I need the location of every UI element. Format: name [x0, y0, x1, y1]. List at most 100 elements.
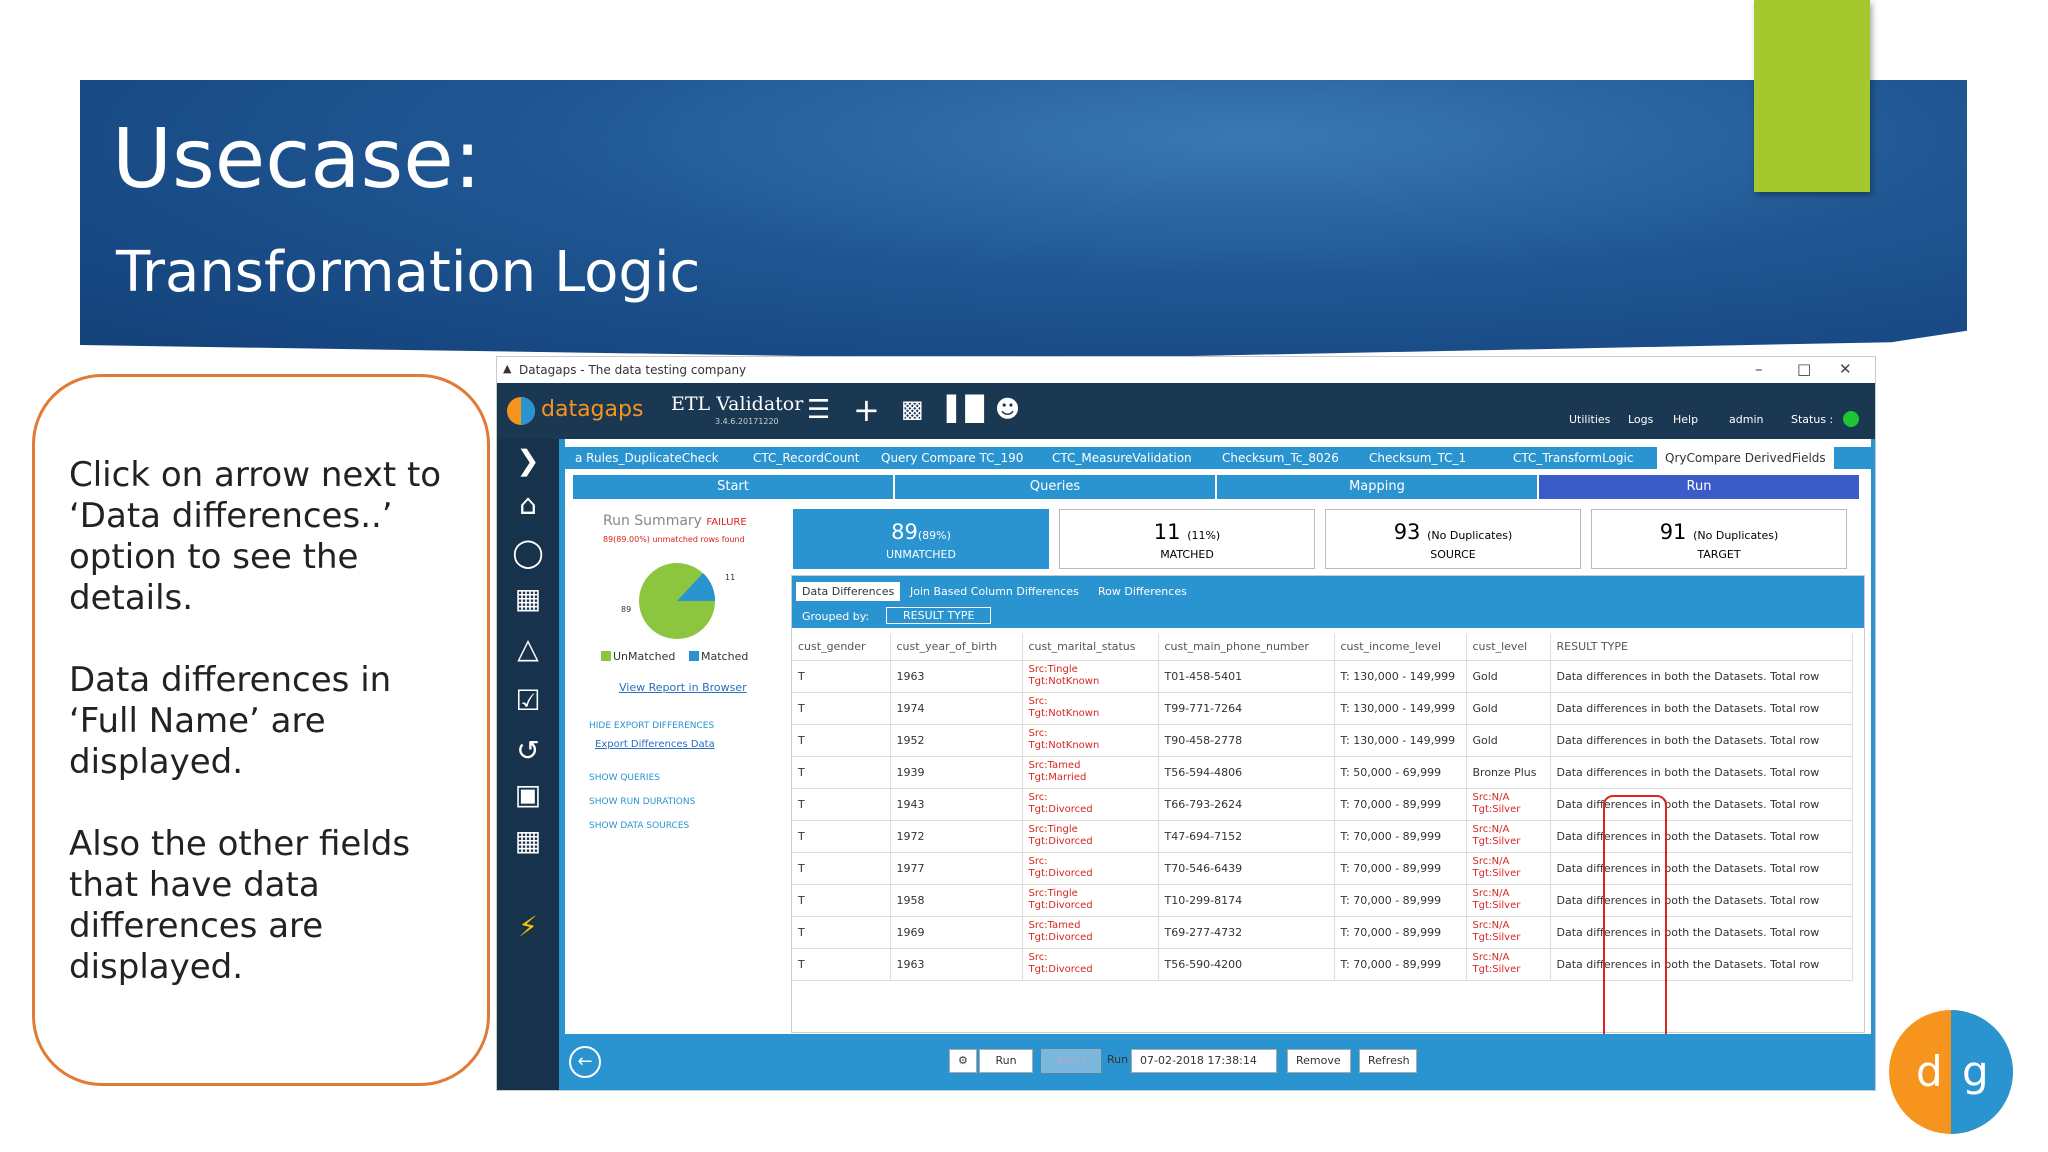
card-source[interactable]: 93 (No Duplicates) SOURCE	[1325, 509, 1581, 569]
table-row[interactable]: T 1952 Src: Tgt:NotKnown T90-458-2778 T: 130,…	[792, 724, 1853, 757]
table-row[interactable]: T 1977 Src: Tgt:Divorced T70-546-6439 T: 70,0…	[792, 852, 1853, 885]
remove-button[interactable]: Remove	[1287, 1049, 1351, 1073]
column-header[interactable]: cust_gender	[792, 634, 891, 661]
close-button[interactable]: ✕	[1839, 360, 1852, 378]
tgt-value: Tgt:NotKnown	[1028, 708, 1100, 719]
cust-level-cell: Bronze Plus	[1466, 756, 1551, 789]
product-version: 3.4.6.20171220	[715, 417, 779, 426]
tab-join-column-differences[interactable]: Join Based Column Differences	[910, 585, 1079, 598]
step-queries[interactable]: Queries	[895, 475, 1215, 499]
tgt-value: Tgt:Divorced	[1028, 932, 1093, 943]
tgt-value: Tgt:Divorced	[1028, 964, 1093, 975]
table-cell: Data differences in both the Datasets. T…	[1550, 788, 1853, 821]
tab-ctc-measurevalidation[interactable]: CTC_MeasureValidation	[1052, 451, 1192, 465]
menu-help[interactable]: Help	[1673, 413, 1698, 426]
src-value: Src:N/A	[1472, 920, 1510, 931]
tools-icon[interactable]: ⚡	[512, 911, 544, 943]
database-icon[interactable]: ◯	[512, 537, 544, 569]
table-row[interactable]: T 1969 Src:Tamed Tgt:Divorced T69-277-4732 T:…	[792, 916, 1853, 949]
database-icon[interactable]: ☰	[807, 395, 830, 425]
src-value: Src:N/A	[1472, 952, 1510, 963]
settings-gear-icon[interactable]: ⚙	[949, 1049, 977, 1073]
marital-status-diff-cell: Src:Tingle Tgt:NotKnown	[1022, 660, 1159, 693]
export-differences-link[interactable]: Export Differences Data	[595, 739, 715, 750]
table-row[interactable]: T 1972 Src:Tingle Tgt:Divorced T47-694-7152 T…	[792, 820, 1853, 853]
src-value: Src:	[1028, 792, 1048, 803]
tab-ctc-transformlogic[interactable]: CTC_TransformLogic	[1513, 451, 1633, 465]
slide-title: Usecase:	[112, 112, 482, 207]
hierarchy-icon[interactable]: ▦	[512, 583, 544, 615]
table-row[interactable]: T 1939 Src:Tamed Tgt:Married T56-594-4806 T: …	[792, 756, 1853, 789]
column-header[interactable]: cust_level	[1466, 634, 1551, 661]
src-value: Src:Tingle	[1028, 824, 1078, 835]
cust-level-cell: Src:N/A Tgt:Silver	[1466, 948, 1551, 981]
run-button[interactable]: Run	[979, 1049, 1033, 1073]
column-header[interactable]: RESULT TYPE	[1550, 634, 1853, 661]
calendar-icon[interactable]: ▦	[512, 825, 544, 857]
table-cell: Data differences in both the Datasets. T…	[1550, 756, 1853, 789]
table-row[interactable]: T 1963 Src:Tingle Tgt:NotKnown T01-458-5401 T…	[792, 660, 1853, 693]
tgt-value: Tgt:NotKnown	[1028, 676, 1100, 687]
chart-icon[interactable]: ▌█	[947, 395, 984, 423]
column-header[interactable]: cust_year_of_birth	[890, 634, 1023, 661]
window-titlebar: ▲ Datagaps - The data testing company – …	[497, 357, 1875, 383]
step-mapping[interactable]: Mapping	[1217, 475, 1537, 499]
view-report-link[interactable]: View Report in Browser	[619, 681, 747, 694]
menu-admin[interactable]: admin	[1729, 413, 1763, 426]
tgt-value: Tgt:Silver	[1472, 804, 1521, 815]
tab-data-differences[interactable]: Data Differences	[796, 582, 901, 601]
table-row[interactable]: T 1974 Src: Tgt:NotKnown T99-771-7264 T: 130,…	[792, 692, 1853, 725]
expand-arrow-icon[interactable]: ❯	[512, 445, 544, 477]
src-value: Src:Tamed	[1028, 760, 1081, 771]
run-date-select[interactable]: 07-02-2018 17:38:14	[1131, 1049, 1277, 1073]
tab-rules-duplicatecheck[interactable]: a Rules_DuplicateCheck	[575, 451, 719, 465]
wizard-steps: Start Queries Mapping Run	[573, 475, 1863, 499]
column-header[interactable]: cust_marital_status	[1022, 634, 1159, 661]
column-header[interactable]: cust_income_level	[1334, 634, 1467, 661]
column-header[interactable]: cust_main_phone_number	[1158, 634, 1335, 661]
back-arrow-icon[interactable]: ←	[569, 1046, 601, 1078]
hide-export-differences-link[interactable]: HIDE EXPORT DIFFERENCES	[589, 721, 714, 731]
datagaps-corner-logo: d g	[1876, 1000, 2026, 1144]
sql-icon[interactable]: ▩	[901, 395, 924, 423]
history-icon[interactable]: ↺	[512, 735, 544, 767]
table-row[interactable]: T 1943 Src: Tgt:Divorced T66-793-2624 T: 70,0…	[792, 788, 1853, 821]
maximize-button[interactable]: □	[1797, 360, 1811, 378]
table-cell: T99-771-7264	[1158, 692, 1335, 725]
tab-row-differences[interactable]: Row Differences	[1098, 585, 1187, 598]
table-row[interactable]: T 1958 Src:Tingle Tgt:Divorced T10-299-8174 T…	[792, 884, 1853, 917]
users-icon[interactable]: ☻	[995, 395, 1020, 423]
tab-checksum-8026[interactable]: Checksum_Tc_8026	[1222, 451, 1339, 465]
window-title: Datagaps - The data testing company	[519, 363, 747, 377]
home-icon[interactable]: ⌂	[512, 489, 544, 521]
app-topbar: datagaps ETL Validator 3.4.6.20171220 ☰ …	[497, 383, 1875, 439]
menu-logs[interactable]: Logs	[1628, 413, 1653, 426]
card-target[interactable]: 91 (No Duplicates) TARGET	[1591, 509, 1847, 569]
show-data-sources-link[interactable]: SHOW DATA SOURCES	[589, 821, 689, 831]
tab-ctc-recordcount[interactable]: CTC_RecordCount	[753, 451, 859, 465]
marital-status-diff-cell: Src: Tgt:Divorced	[1022, 948, 1159, 981]
add-icon[interactable]: +	[853, 391, 880, 429]
tab-checksum-tc1[interactable]: Checksum_TC_1	[1369, 451, 1466, 465]
abort-button: Abort	[1041, 1049, 1101, 1073]
step-start[interactable]: Start	[573, 475, 893, 499]
menu-utilities[interactable]: Utilities	[1569, 413, 1610, 426]
checkbox-icon[interactable]: ☑	[512, 685, 544, 717]
flask-icon[interactable]: △	[512, 633, 544, 665]
grouped-by-chip[interactable]: RESULT TYPE	[886, 607, 992, 624]
show-queries-link[interactable]: SHOW QUERIES	[589, 773, 660, 783]
show-run-durations-link[interactable]: SHOW RUN DURATIONS	[589, 797, 695, 807]
tab-qrycompare-derivedfields[interactable]: QryCompare DerivedFields	[1657, 447, 1834, 469]
marital-status-diff-cell: Src: Tgt:NotKnown	[1022, 724, 1159, 757]
grouped-by-label: Grouped by:	[802, 610, 870, 623]
export-icon[interactable]: ▣	[512, 779, 544, 811]
minimize-button[interactable]: –	[1755, 360, 1763, 378]
card-unmatched[interactable]: 89(89%) UNMATCHED	[793, 509, 1049, 569]
refresh-button[interactable]: Refresh	[1359, 1049, 1417, 1073]
legend-swatch-unmatched	[601, 651, 611, 661]
card-matched[interactable]: 11 (11%) MATCHED	[1059, 509, 1315, 569]
tab-query-compare[interactable]: Query Compare TC_190	[881, 451, 1023, 465]
step-run[interactable]: Run	[1539, 475, 1859, 499]
table-row[interactable]: T 1963 Src: Tgt:Divorced T56-590-4200 T: 70,0…	[792, 948, 1853, 981]
status-label: Status :	[1791, 413, 1834, 426]
